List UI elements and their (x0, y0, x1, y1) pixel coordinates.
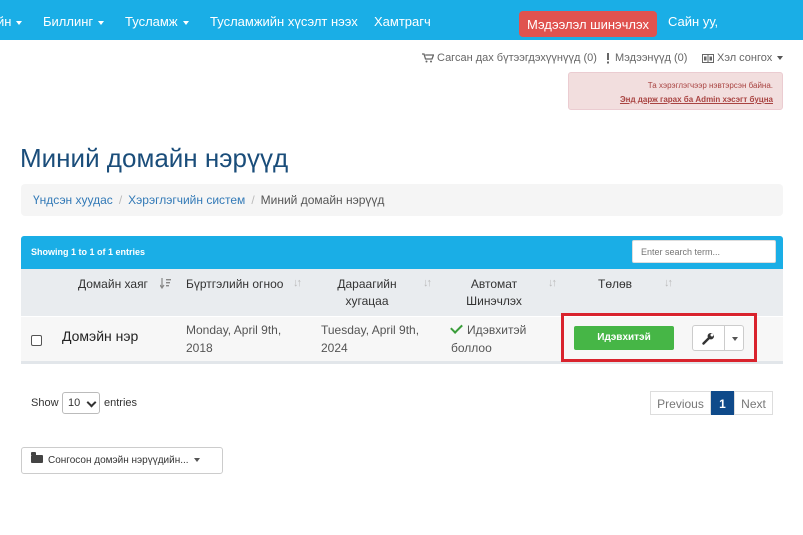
notifications-link[interactable]: Мэдээнүүд (0) (604, 52, 687, 64)
domain-name[interactable]: Домэйн нэр (62, 328, 138, 344)
show-label: Show (31, 397, 59, 409)
chevron-down-icon (193, 458, 200, 463)
auto-renew-cell: Идэвхитэй боллоо (450, 321, 527, 355)
pagination-page-1[interactable]: 1 (711, 391, 734, 415)
bulk-action-button[interactable]: Сонгосон домэйн нэрүүдийн... (21, 447, 223, 474)
sort-icon: ↓↑ (548, 277, 557, 289)
check-icon (450, 321, 463, 334)
entries-info: Showing 1 to 1 of 1 entries (31, 247, 146, 257)
chevron-down-icon (777, 56, 784, 61)
sort-icon: ↓↑ (664, 277, 673, 289)
update-info-button[interactable]: Мэдээлэл шинэчлэх (519, 11, 657, 37)
top-navbar: йн Биллинг Тусламж Тусламжийн хүсэлт нээ… (0, 0, 803, 40)
sort-icon: ↓↑ (293, 277, 302, 289)
highlight-box (561, 313, 757, 362)
col-header-domain[interactable]: Домайн хаяг (78, 276, 148, 293)
nav-item-partial[interactable]: йн (0, 0, 23, 40)
cart-link[interactable]: Сагсан дах бүтээгдэхүүнүүд (0) (422, 52, 597, 64)
sort-icon: ↓↑ (423, 277, 432, 289)
row-checkbox[interactable] (31, 335, 42, 346)
col-header-status[interactable]: Төлөв (598, 276, 632, 293)
admin-login-alert: Та хэрэглэгчээр нэвтэрсэн байна. Энд дар… (568, 72, 783, 110)
cart-icon (422, 53, 434, 63)
page-title: Миний домайн нэрүүд (20, 143, 289, 173)
search-input[interactable] (632, 240, 776, 263)
breadcrumb-separator: / (118, 193, 123, 207)
col-header-next-due[interactable]: Дараагийн хугацаа (321, 276, 413, 310)
greeting-text[interactable]: Сайн уу, (668, 0, 718, 40)
table-toolbar: Showing 1 to 1 of 1 entries (21, 236, 783, 269)
pagination-next[interactable]: Next (734, 391, 773, 415)
return-to-admin-link[interactable]: Энд дарж гарах ба Admin хэсэгт буцна (620, 95, 773, 104)
breadcrumb-client-area[interactable]: Хэрэглэгчийн систем (128, 193, 245, 207)
nav-item-billing[interactable]: Биллинг (43, 0, 105, 40)
next-due-cell: Tuesday, April 9th, 2024 (321, 323, 420, 355)
entries-label: entries (104, 397, 138, 409)
col-header-auto-renew[interactable]: Автомат Шинэчлэх (453, 276, 535, 310)
chevron-down-icon (16, 20, 23, 25)
bell-icon (607, 52, 609, 64)
folder-icon (31, 452, 43, 464)
page-length-select[interactable]: 10 (62, 392, 100, 414)
chevron-down-icon (182, 20, 189, 25)
chevron-down-icon (86, 397, 97, 408)
chevron-down-icon (98, 20, 105, 25)
globe-icon (702, 53, 714, 63)
breadcrumb: Үндсэн хуудас / Хэрэглэгчийн систем / Миний … (21, 184, 783, 216)
col-header-reg-date[interactable]: Бүртгэлийн огноо (186, 276, 283, 293)
nav-item-support[interactable]: Тусламж (125, 0, 189, 40)
nav-item-affiliates[interactable]: Хамтрагч (374, 0, 431, 40)
breadcrumb-current: Миний домайн нэрүүд (260, 193, 385, 207)
breadcrumb-separator: / (251, 193, 255, 207)
nav-item-open-ticket[interactable]: Тусламжийн хүсэлт нээх (210, 0, 358, 40)
pagination-previous[interactable]: Previous (650, 391, 711, 415)
breadcrumb-home[interactable]: Үндсэн хуудас (33, 193, 113, 207)
sort-active-icon (160, 278, 171, 289)
language-dropdown[interactable]: Хэл сонгох (702, 52, 784, 64)
reg-date-cell: Monday, April 9th, 2018 (186, 323, 282, 355)
table-header-row: Домайн хаяг Бүртгэлийн огноо ↓↑ Дараагий… (21, 269, 783, 316)
alert-message: Та хэрэглэгчээр нэвтэрсэн байна. (647, 81, 773, 90)
